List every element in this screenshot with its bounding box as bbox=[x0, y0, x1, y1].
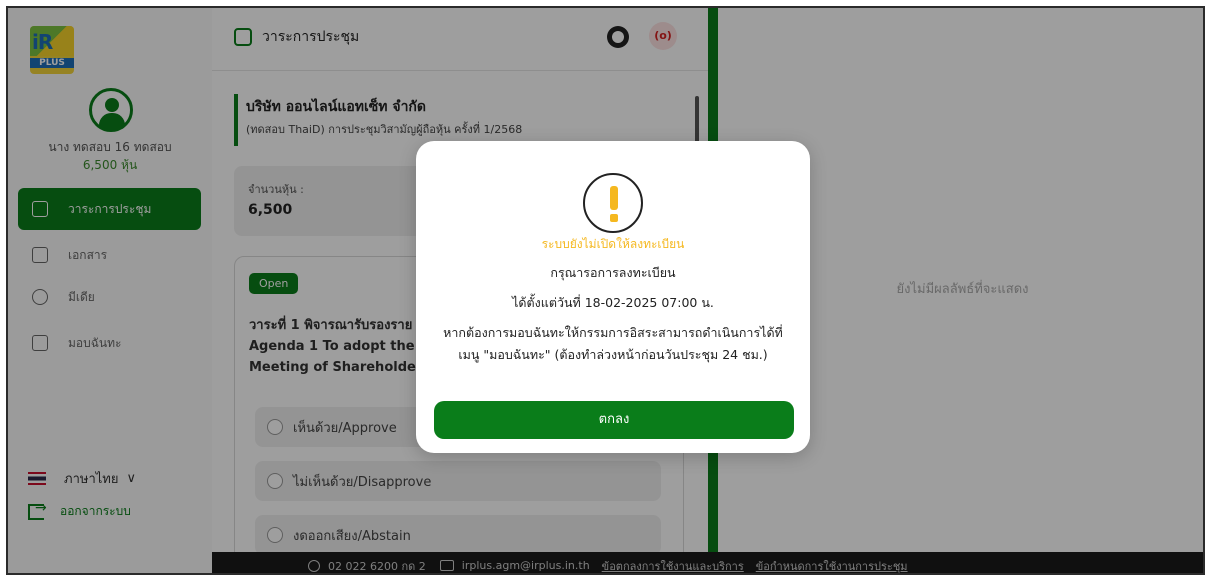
modal-title: ระบบยังไม่เปิดให้ลงทะเบียน bbox=[541, 237, 685, 251]
registration-modal: ระบบยังไม่เปิดให้ลงทะเบียน กรุณารอการลงท… bbox=[416, 141, 810, 453]
warning-icon bbox=[583, 173, 643, 233]
modal-message: หากต้องการมอบฉันทะให้กรรมการอิสระสามารถด… bbox=[443, 325, 783, 340]
modal-message: กรุณารอการลงทะเบียน bbox=[550, 265, 676, 280]
app-window: iR PLUS นาง ทดสอบ 16 ทดสอบ 6,500 หุ้น วา… bbox=[6, 6, 1205, 575]
modal-message: ได้ตั้งแต่วันที่ 18-02-2025 07:00 น. bbox=[512, 295, 714, 310]
ok-button[interactable]: ตกลง bbox=[434, 401, 794, 439]
modal-message: เมนู "มอบฉันทะ" (ต้องทำล่วงหน้าก่อนวันปร… bbox=[458, 347, 768, 362]
